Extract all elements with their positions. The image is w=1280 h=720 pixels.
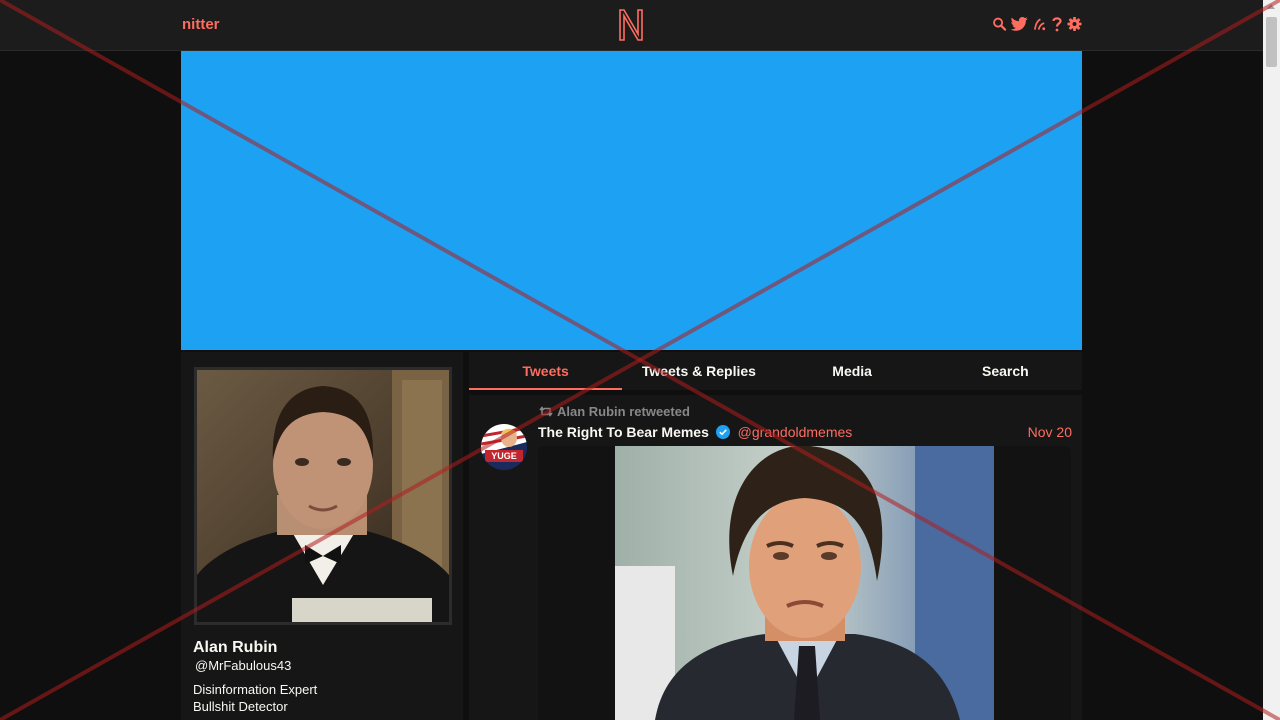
tweet-image[interactable] xyxy=(615,446,994,720)
scroll-up-arrow-icon[interactable] xyxy=(1267,4,1275,9)
profile-fullname[interactable]: Alan Rubin xyxy=(193,639,277,657)
gear-icon[interactable] xyxy=(1067,16,1082,32)
tab-search[interactable]: Search xyxy=(929,352,1082,390)
bio-line: Bullshit Detector xyxy=(193,699,288,714)
timeline: Tweets Tweets & Replies Media Search YUG… xyxy=(469,352,1082,720)
scrollbar[interactable] xyxy=(1263,0,1280,720)
navbar: nitter xyxy=(0,0,1263,51)
bio-line: Disinformation Expert xyxy=(193,682,318,697)
nav-icons xyxy=(992,16,1082,32)
tweet-fullname[interactable]: The Right To Bear Memes xyxy=(538,424,709,440)
profile-avatar[interactable] xyxy=(194,367,452,625)
profile-card: Alan Rubin @MrFabulous43 Disinformation … xyxy=(181,352,463,720)
tweet[interactable]: YUGE Alan Rubin retweeted The Right To B… xyxy=(469,395,1082,720)
tweet-username[interactable]: @grandoldmemes xyxy=(738,424,853,440)
verified-badge-icon xyxy=(715,425,730,439)
twitter-bird-icon[interactable] xyxy=(1011,16,1028,32)
rss-icon[interactable] xyxy=(1032,16,1047,32)
tweet-date[interactable]: Nov 20 xyxy=(1028,424,1072,440)
retweet-header: Alan Rubin retweeted xyxy=(539,404,690,419)
tab-media[interactable]: Media xyxy=(776,352,929,390)
tweet-media[interactable] xyxy=(538,446,1071,720)
retweet-header-text[interactable]: Alan Rubin retweeted xyxy=(557,404,690,419)
nitter-home-link[interactable]: nitter xyxy=(182,16,220,33)
tab-bar: Tweets Tweets & Replies Media Search xyxy=(469,352,1082,390)
help-icon[interactable] xyxy=(1051,16,1063,32)
tab-tweets-replies[interactable]: Tweets & Replies xyxy=(622,352,775,390)
tweet-header: The Right To Bear Memes @grandoldmemes N… xyxy=(538,424,1072,442)
profile-bio: Disinformation Expert Bullshit Detector xyxy=(193,681,317,715)
avatar-badge: YUGE xyxy=(491,451,517,461)
retweet-icon xyxy=(539,406,553,417)
tab-tweets[interactable]: Tweets xyxy=(469,352,623,390)
nitter-logo-icon[interactable] xyxy=(617,8,645,42)
tweet-photo xyxy=(615,446,994,720)
profile-photo xyxy=(197,370,449,622)
scroll-thumb[interactable] xyxy=(1266,17,1277,67)
profile-banner[interactable] xyxy=(181,51,1082,350)
search-icon[interactable] xyxy=(992,16,1007,32)
profile-username[interactable]: @MrFabulous43 xyxy=(195,658,291,673)
tweet-avatar-image: YUGE xyxy=(481,424,527,470)
tweet-avatar[interactable]: YUGE xyxy=(481,424,527,470)
